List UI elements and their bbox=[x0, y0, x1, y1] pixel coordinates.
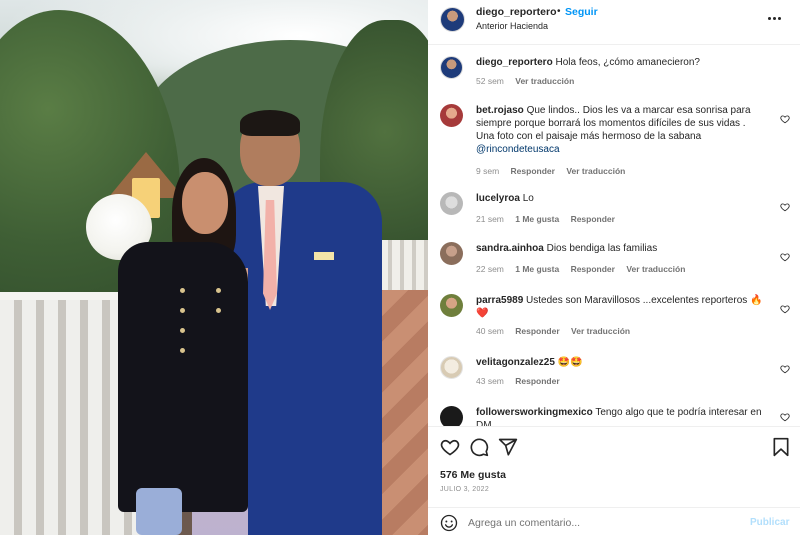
comment-icon[interactable] bbox=[469, 437, 489, 457]
comment-meta: 9 sem Responder Ver traducción bbox=[476, 166, 634, 176]
comment-input[interactable] bbox=[468, 514, 728, 532]
translate-link[interactable]: Ver traducción bbox=[626, 264, 685, 274]
reply-button[interactable]: Responder bbox=[515, 326, 559, 336]
caption-translate-link[interactable]: Ver traducción bbox=[515, 76, 574, 86]
translate-link[interactable]: Ver traducción bbox=[571, 326, 630, 336]
comment-username[interactable]: followersworkingmexico bbox=[476, 407, 593, 418]
header-separator: • bbox=[557, 6, 561, 17]
follow-button[interactable]: Seguir bbox=[565, 6, 598, 18]
commenter-avatar[interactable] bbox=[440, 192, 463, 215]
author-avatar[interactable] bbox=[440, 56, 463, 79]
reply-button[interactable]: Responder bbox=[515, 376, 559, 386]
emoji-icon[interactable] bbox=[440, 514, 458, 532]
bookmark-icon[interactable] bbox=[771, 437, 791, 457]
comment-text: velitagonzalez25 🤩🤩 bbox=[476, 356, 766, 369]
heart-icon[interactable] bbox=[780, 364, 790, 374]
comments-list[interactable]: diego_reportero Hola feos, ¿cómo amaneci… bbox=[428, 46, 800, 426]
caption-meta: 52 sem Ver traducción bbox=[476, 76, 583, 86]
list-item: lucelyroa Lo 21 sem 1 Me gusta Responder bbox=[428, 182, 800, 232]
heart-icon[interactable] bbox=[780, 202, 790, 212]
caption-username[interactable]: diego_reportero bbox=[476, 57, 553, 68]
heart-icon[interactable] bbox=[780, 114, 790, 124]
comment-text: lucelyroa Lo bbox=[476, 192, 766, 205]
heart-icon[interactable] bbox=[780, 412, 790, 422]
photo-woman bbox=[118, 158, 258, 535]
commenter-avatar[interactable] bbox=[440, 294, 463, 317]
commenter-avatar[interactable] bbox=[440, 356, 463, 379]
commenter-avatar[interactable] bbox=[440, 242, 463, 265]
list-item: velitagonzalez25 🤩🤩 43 sem Responder bbox=[428, 346, 800, 396]
comment-body: Lo bbox=[522, 193, 534, 204]
comment-username[interactable]: velitagonzalez25 bbox=[476, 357, 555, 368]
author-username[interactable]: diego_reportero bbox=[476, 6, 557, 18]
list-item: sandra.ainhoa Dios bendiga las familias … bbox=[428, 232, 800, 284]
heart-icon[interactable] bbox=[780, 252, 790, 262]
comment-time: 43 sem bbox=[476, 376, 504, 386]
share-icon[interactable] bbox=[498, 437, 518, 457]
caption-body: Hola feos, ¿cómo amanecieron? bbox=[555, 57, 700, 68]
comment-text: parra5989 Ustedes son Maravillosos ...ex… bbox=[476, 294, 766, 320]
comment-likes[interactable]: 1 Me gusta bbox=[515, 264, 559, 274]
comment-time: 40 sem bbox=[476, 326, 504, 336]
more-icon[interactable] bbox=[768, 12, 788, 22]
post-actions: 576 Me gusta JULIO 3, 2022 Publicar bbox=[428, 426, 800, 535]
comment-username[interactable]: sandra.ainhoa bbox=[476, 243, 544, 254]
comment-username[interactable]: bet.rojaso bbox=[476, 105, 524, 116]
caption-text: diego_reportero Hola feos, ¿cómo amaneci… bbox=[476, 56, 766, 69]
comment-text: bet.rojaso Que lindos.. Dios les va a ma… bbox=[476, 104, 766, 156]
commenter-avatar[interactable] bbox=[440, 104, 463, 127]
heart-icon[interactable] bbox=[780, 304, 790, 314]
translate-link[interactable]: Ver traducción bbox=[566, 166, 625, 176]
heart-icon[interactable] bbox=[440, 437, 460, 457]
list-item: followersworkingmexico Tengo algo que te… bbox=[428, 396, 800, 426]
comment-username[interactable]: parra5989 bbox=[476, 295, 523, 306]
comment-username[interactable]: lucelyroa bbox=[476, 193, 520, 204]
comment-body: Dios bendiga las familias bbox=[546, 243, 658, 254]
add-comment-row: Publicar bbox=[428, 507, 800, 535]
reply-button[interactable]: Responder bbox=[571, 214, 615, 224]
post-photo[interactable] bbox=[0, 0, 428, 535]
comment-body: 🤩🤩 bbox=[557, 357, 583, 368]
comment-meta: 43 sem Responder bbox=[476, 376, 569, 386]
post-location[interactable]: Anterior Hacienda bbox=[476, 21, 548, 31]
commenter-avatar[interactable] bbox=[440, 406, 463, 426]
photo-railing-right bbox=[380, 240, 428, 290]
comment-mention-link[interactable]: @rincondeteusaca bbox=[476, 144, 560, 155]
comment-time: 21 sem bbox=[476, 214, 504, 224]
author-avatar[interactable] bbox=[440, 7, 465, 32]
list-item: bet.rojaso Que lindos.. Dios les va a ma… bbox=[428, 94, 800, 182]
reply-button[interactable]: Responder bbox=[571, 264, 615, 274]
publish-button[interactable]: Publicar bbox=[750, 517, 789, 528]
caption-item: diego_reportero Hola feos, ¿cómo amaneci… bbox=[428, 46, 800, 92]
reply-button[interactable]: Responder bbox=[511, 166, 555, 176]
comment-likes[interactable]: 1 Me gusta bbox=[515, 214, 559, 224]
post-sidebar: diego_reportero • Seguir Anterior Hacien… bbox=[428, 0, 800, 535]
comment-meta: 40 sem Responder Ver traducción bbox=[476, 326, 639, 336]
comment-time: 9 sem bbox=[476, 166, 500, 176]
caption-time: 52 sem bbox=[476, 76, 504, 86]
list-item: parra5989 Ustedes son Maravillosos ...ex… bbox=[428, 284, 800, 346]
comment-text: sandra.ainhoa Dios bendiga las familias bbox=[476, 242, 766, 255]
comment-meta: 22 sem 1 Me gusta Responder Ver traducci… bbox=[476, 264, 694, 274]
likes-count[interactable]: 576 Me gusta bbox=[440, 469, 506, 481]
post-header: diego_reportero • Seguir Anterior Hacien… bbox=[428, 0, 800, 45]
comment-text: followersworkingmexico Tengo algo que te… bbox=[476, 406, 766, 426]
comment-time: 22 sem bbox=[476, 264, 504, 274]
comment-meta: 21 sem 1 Me gusta Responder bbox=[476, 214, 624, 224]
post-date: JULIO 3, 2022 bbox=[440, 486, 490, 493]
